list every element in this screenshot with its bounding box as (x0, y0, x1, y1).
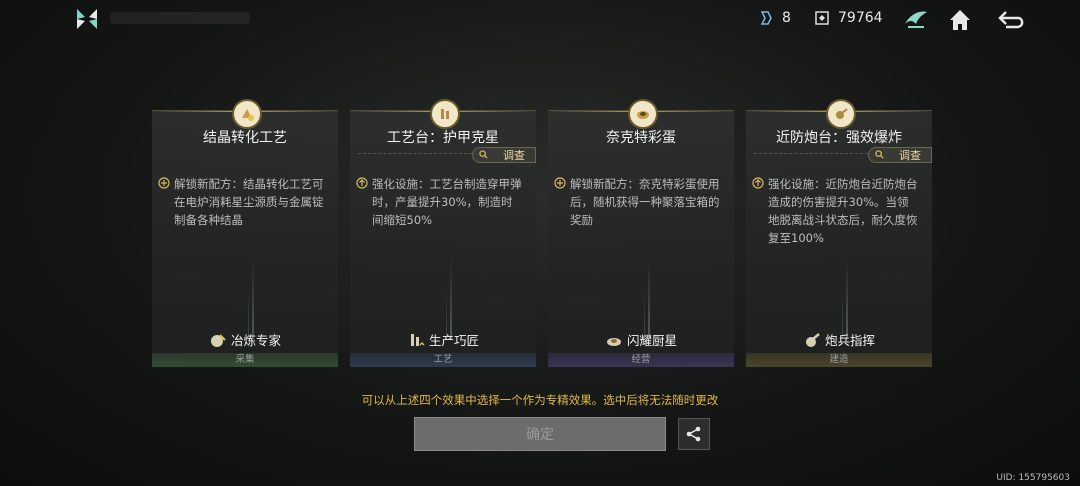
upgrade-icon (356, 177, 368, 189)
inspect-label: 调查 (503, 149, 525, 162)
upgrade-icon (752, 177, 764, 189)
light-beam (846, 259, 848, 339)
card-title: 结晶转化工艺 (203, 130, 287, 146)
crystal-resource: 8 (758, 10, 791, 26)
dish-icon (628, 99, 658, 129)
card-title: 近防炮台：强效爆炸 (776, 130, 902, 146)
top-bar: 8 79764 (0, 0, 1080, 40)
share-button[interactable] (678, 418, 710, 450)
craftsman-icon (410, 333, 425, 346)
confirm-button[interactable]: 确定 (414, 417, 666, 451)
effect-card-1[interactable]: 结晶转化工艺 解锁新配方：结晶转化工艺可在电炉消耗星尘源质与金属锭制备各种结晶 … (152, 99, 338, 367)
skill-label: 冶炼专家 (230, 333, 281, 348)
category-band: 采集 (152, 353, 338, 367)
coin-resource: 79764 (814, 10, 883, 26)
card-skill: 炮兵指挥 (746, 330, 932, 349)
blurred-title (110, 12, 250, 24)
card-description: 解锁新配方：结晶转化工艺可在电炉消耗星尘源质与金属锭制备各种结晶 (174, 177, 324, 227)
card-skill: 闪耀厨星 (548, 330, 734, 349)
card-description: 强化设施：工艺台制造穿甲弹时，产量提升30%，制造时间缩短50% (372, 177, 522, 227)
effect-card-4[interactable]: 近防炮台：强效爆炸 调查 强化设施：近防炮台近防炮台造成的伤害提升30%。当领地… (746, 99, 932, 367)
back-icon[interactable] (996, 6, 1028, 34)
inspect-label: 调查 (899, 149, 921, 162)
effect-card-3[interactable]: 奈克特彩蛋 解锁新配方：奈克特彩蛋使用后，随机获得一种聚落宝箱的奖励 闪耀厨星 … (548, 99, 734, 367)
user-id: UID: 155795603 (996, 473, 1070, 483)
magnifier-icon (479, 150, 488, 159)
inspect-button[interactable]: 调查 (472, 147, 536, 163)
light-beam (450, 259, 452, 339)
game-logo-icon[interactable] (74, 6, 100, 32)
wing-emblem-icon[interactable] (902, 6, 930, 34)
card-description: 解锁新配方：奈克特彩蛋使用后，随机获得一种聚落宝箱的奖励 (570, 177, 720, 227)
crystal-process-icon (232, 99, 262, 129)
selection-hint: 可以从上述四个效果中选择一个作为专精效果。选中后将无法随时更改 (361, 393, 719, 407)
unlock-icon (158, 177, 170, 189)
magnifier-icon (875, 150, 884, 159)
share-icon (686, 426, 701, 442)
card-description: 强化设施：近防炮台近防炮台造成的伤害提升30%。当领地脱离战斗状态后，耐久度恢复… (768, 177, 918, 245)
skill-label: 生产巧匠 (428, 333, 479, 348)
light-beam (252, 259, 254, 339)
card-title: 工艺台：护甲克星 (387, 130, 499, 146)
home-icon[interactable] (946, 6, 974, 34)
unlock-icon (554, 177, 566, 189)
effect-card-2[interactable]: 工艺台：护甲克星 调查 强化设施：工艺台制造穿甲弹时，产量提升30%，制造时间缩… (350, 99, 536, 367)
ammo-icon (430, 99, 460, 129)
card-skill: 生产巧匠 (350, 330, 536, 349)
crystal-icon (760, 11, 772, 25)
category-band: 经营 (548, 353, 734, 367)
turret-icon (826, 99, 856, 129)
skill-label: 闪耀厨星 (626, 333, 677, 348)
coin-count: 79764 (838, 10, 883, 26)
chef-star-icon (606, 337, 621, 346)
artillery-icon (805, 332, 820, 347)
card-skill: 冶炼专家 (152, 330, 338, 349)
category-band: 建造 (746, 353, 932, 367)
coin-icon (815, 11, 829, 25)
inspect-button[interactable]: 调查 (868, 147, 932, 163)
light-beam (648, 259, 650, 339)
category-band: 工艺 (350, 353, 536, 367)
crystal-count: 8 (782, 10, 791, 26)
skill-label: 炮兵指挥 (824, 333, 875, 348)
card-title: 奈克特彩蛋 (606, 130, 676, 146)
smelting-expert-icon (210, 333, 226, 347)
